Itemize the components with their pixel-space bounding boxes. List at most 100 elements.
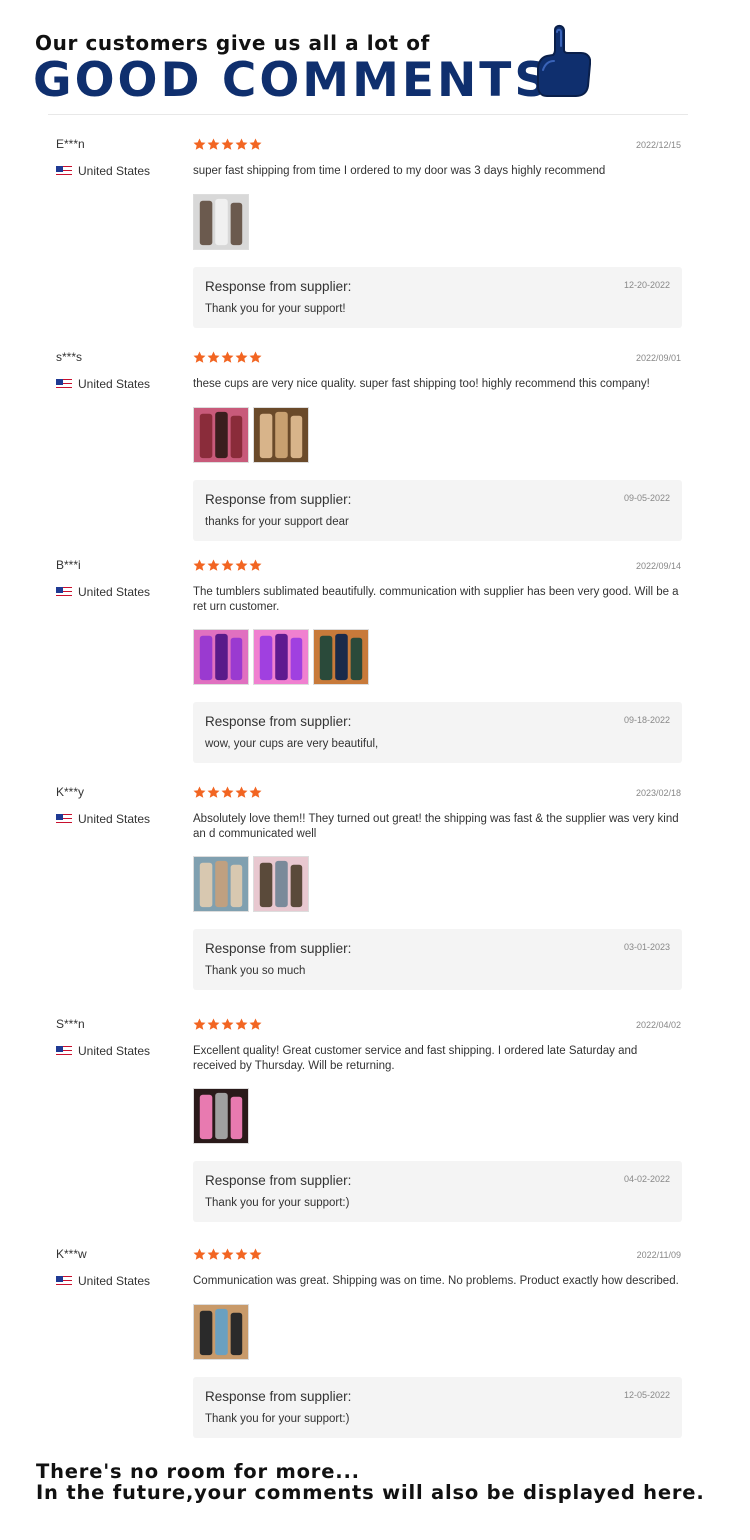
star-icon [207,1248,220,1260]
review-date: 2022/11/09 [636,1250,681,1260]
review-photo-thumbnail[interactable] [193,1088,249,1144]
response-date: 09-05-2022 [623,493,670,503]
review-text: The tumblers sublimated beautifully. com… [193,586,679,613]
reviewer-country: United States [56,812,150,826]
us-flag-icon [56,813,72,825]
star-icon [193,351,206,363]
review-date: 2022/09/14 [635,561,681,571]
star-icon [193,1248,206,1260]
review-date: 2022/12/15 [635,140,681,150]
review-photo-thumbnail[interactable] [193,194,249,250]
supplier-response: Response from supplier: 12-20-2022 Thank y… [193,267,682,328]
star-icon [221,559,234,571]
star-icon [235,1248,248,1260]
supplier-response: Response from supplier: 12-05-2022 Thank y… [193,1377,682,1438]
review-photos [193,1088,249,1144]
reviewer-country: United States [56,1274,150,1288]
star-icon [221,138,234,150]
review-photos [193,194,249,250]
reviewer-country: United States [56,377,150,391]
supplier-response: Response from supplier: 03-01-2023 Thank y… [193,929,682,990]
page-header: Our customers give us all a lot of GOOD … [0,0,750,115]
review-photo-thumbnail[interactable] [193,1304,249,1360]
review-item: S***n United States 2022/04/02 Excellent qu… [0,1017,750,1222]
review-photos [193,407,309,463]
us-flag-icon [56,378,72,390]
review-photo-thumbnail[interactable] [193,856,249,912]
review-text: super fast shipping from time I ordered … [193,165,606,177]
response-date: 12-05-2022 [623,1390,670,1400]
reviewer-name: E***n [56,137,85,151]
review-photo-thumbnail[interactable] [253,629,309,685]
us-flag-icon [56,1045,72,1057]
star-icon [193,138,206,150]
us-flag-icon [56,586,72,598]
us-flag-icon [56,165,72,177]
response-date: 12-20-2022 [623,280,670,290]
response-date: 04-02-2022 [623,1174,670,1184]
response-message: Thank you for your support:) [205,1413,350,1425]
us-flag-icon [56,1275,72,1287]
response-title: Response from supplier: [205,492,352,507]
review-date: 2022/04/02 [635,1020,681,1030]
country-label: United States [78,812,151,826]
review-photo-thumbnail[interactable] [253,407,309,463]
review-item: E***n United States 2022/12/15 super fast s… [0,137,750,328]
review-date: 2023/02/18 [635,788,681,798]
country-label: United States [78,585,151,599]
footer-line-2: In the future,your comments will also be… [36,1481,705,1504]
star-icon [193,1018,206,1030]
star-icon [235,351,248,363]
response-title: Response from supplier: [205,941,352,956]
response-message: Thank you for your support:) [205,1197,350,1209]
header-headline: GOOD COMMENTS [33,53,552,108]
star-icon [235,786,248,798]
star-icon [221,1248,234,1260]
review-text: these cups are very nice quality. super … [193,378,650,390]
star-icon [193,786,206,798]
review-photo-thumbnail[interactable] [193,407,249,463]
country-label: United States [78,1044,151,1058]
star-icon [235,138,248,150]
response-message: Thank you for your support! [205,303,346,315]
review-item: K***w United States 2022/11/09 Communicatio… [0,1247,750,1438]
star-icon [207,786,220,798]
response-message: thanks for your support dear [205,516,349,528]
response-message: wow, your cups are very beautiful, [205,738,379,750]
response-title: Response from supplier: [205,714,352,729]
response-message: Thank you so much [205,965,306,977]
star-icon [249,559,262,571]
footer-line-1: There's no room for more... [36,1460,360,1483]
supplier-response: Response from supplier: 09-05-2022 thanks … [193,480,682,541]
supplier-response: Response from supplier: 04-02-2022 Thank y… [193,1161,682,1222]
star-icon [207,1018,220,1030]
review-photo-thumbnail[interactable] [253,856,309,912]
reviewer-name: s***s [56,350,83,364]
star-icon [249,786,262,798]
country-label: United States [78,164,151,178]
review-photo-thumbnail[interactable] [193,629,249,685]
star-icon [249,138,262,150]
review-item: s***s United States 2022/09/01 these cups a… [0,350,750,541]
star-icon [249,1018,262,1030]
star-icon [221,351,234,363]
review-photos [193,1304,249,1360]
star-rating [193,559,262,573]
reviewer-name: K***y [56,785,85,799]
thumbs-up-icon [537,24,591,97]
review-item: B***i United States 2022/09/14 The tumblers… [0,558,750,763]
star-icon [193,559,206,571]
review-text: Communication was great. Shipping was on… [193,1275,679,1287]
review-photo-thumbnail[interactable] [313,629,369,685]
review-photos [193,629,369,685]
response-title: Response from supplier: [205,1173,352,1188]
star-icon [207,351,220,363]
response-title: Response from supplier: [205,279,352,294]
country-label: United States [78,1274,151,1288]
star-icon [249,1248,262,1260]
header-divider [48,114,688,115]
star-icon [207,559,220,571]
review-date: 2022/09/01 [635,353,681,363]
reviewer-name: K***w [56,1247,87,1261]
star-icon [207,138,220,150]
